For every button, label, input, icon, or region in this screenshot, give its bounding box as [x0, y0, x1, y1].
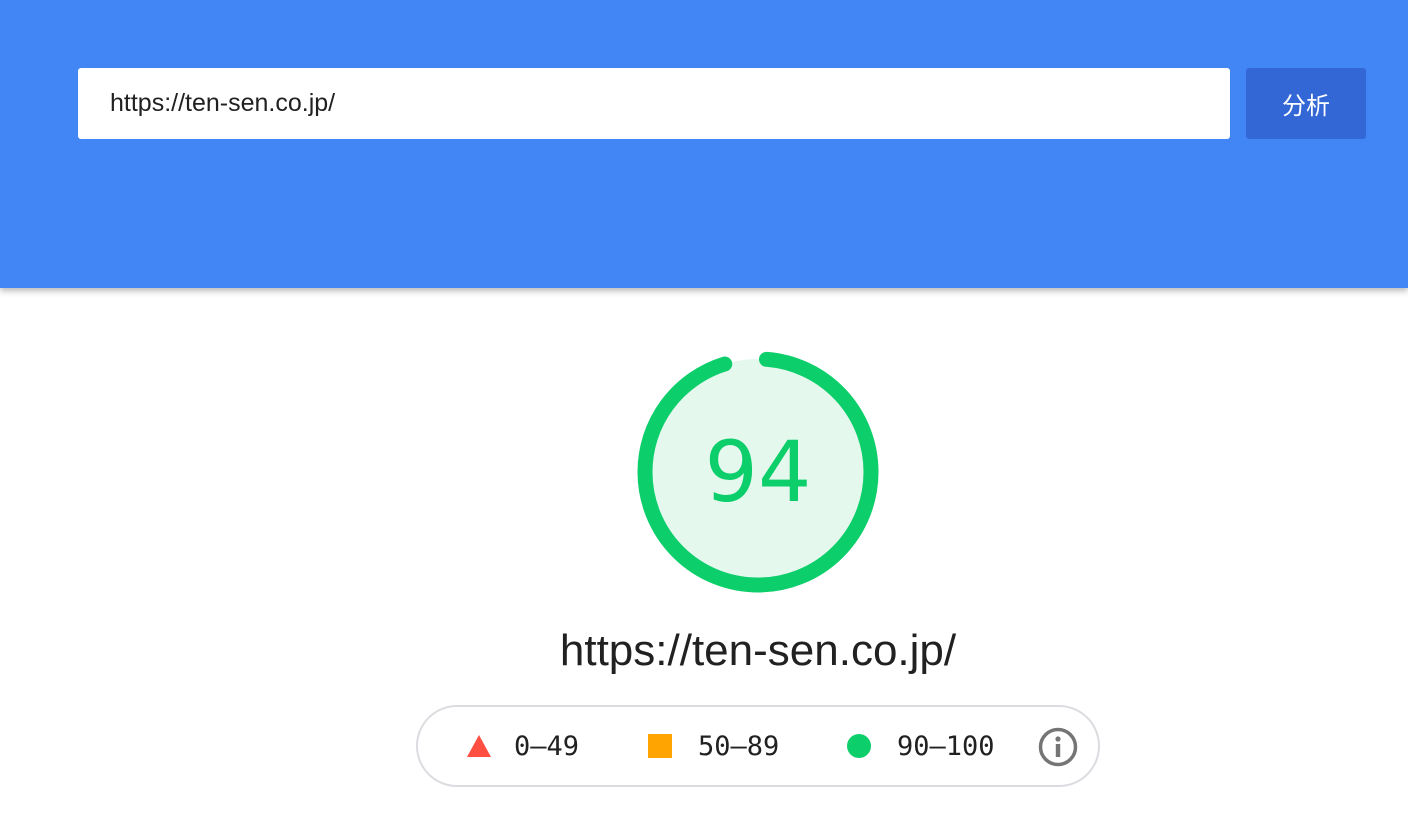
legend-label: 0–49: [514, 730, 580, 762]
score-legend: 0–49 50–89 90–100: [416, 705, 1100, 787]
square-icon: [648, 734, 672, 758]
triangle-icon: [467, 735, 491, 757]
info-icon[interactable]: [1038, 727, 1078, 767]
header-bar: 分析: [0, 0, 1408, 288]
legend-item-average: 50–89: [648, 707, 779, 785]
analyzed-url: https://ten-sen.co.jp/: [559, 626, 957, 675]
legend-item-fail: 0–49: [466, 707, 579, 785]
performance-score: 94: [705, 423, 812, 521]
legend-label: 90–100: [897, 730, 995, 762]
legend-label: 50–89: [698, 730, 780, 762]
score-gauge: 94: [637, 351, 879, 593]
url-input[interactable]: [78, 68, 1230, 139]
legend-item-pass: 90–100: [847, 707, 995, 785]
circle-icon: [847, 734, 871, 758]
analyze-button[interactable]: 分析: [1246, 68, 1366, 139]
